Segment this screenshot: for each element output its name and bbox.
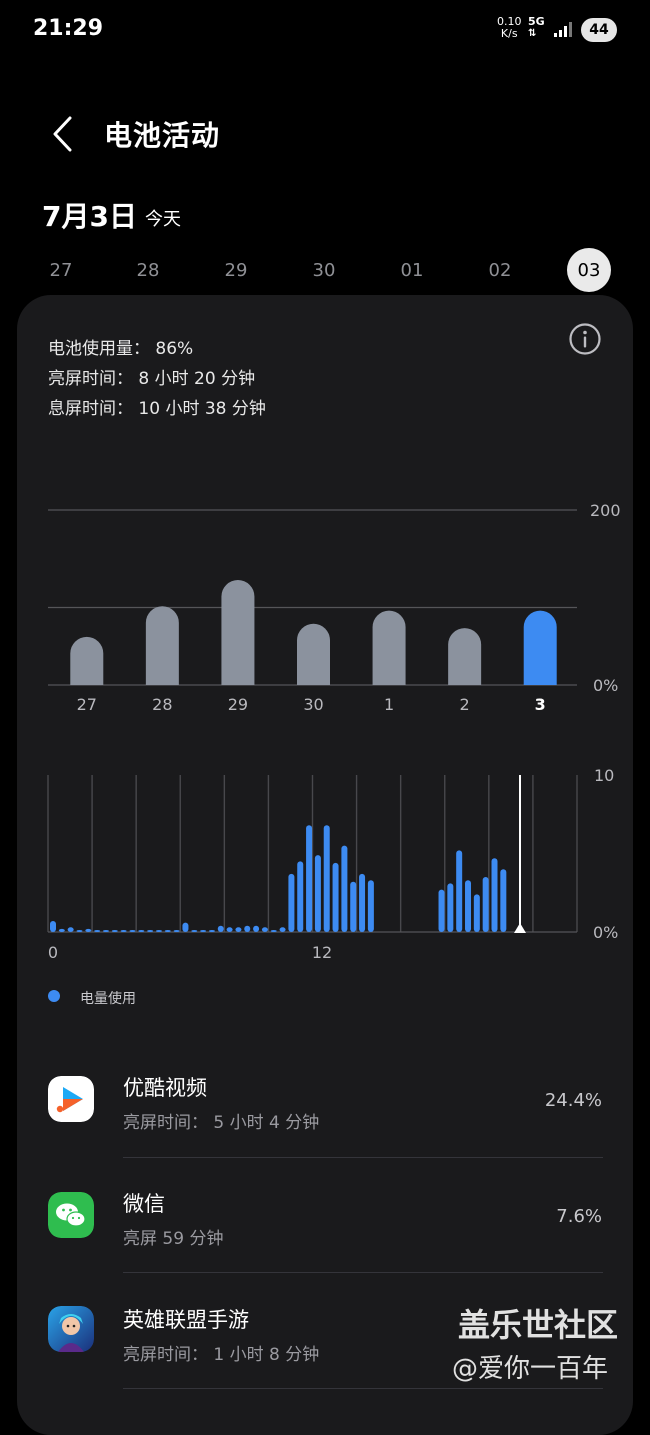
divider — [123, 1157, 603, 1158]
hourly-bar — [314, 855, 321, 932]
hourly-bar — [456, 850, 463, 932]
watermark-community: 盖乐世社区 — [458, 1306, 619, 1344]
y-tick-label: 0% — [593, 923, 618, 942]
hourly-bar — [465, 880, 472, 932]
hourly-bar — [138, 930, 145, 932]
app-name: 英雄联盟手游 — [123, 1308, 249, 1332]
x-tick-label: 0 — [48, 943, 58, 962]
daily-bar — [221, 580, 255, 685]
app-detail: 亮屏时间： 1 小时 8 分钟 — [123, 1345, 320, 1365]
hourly-bar — [85, 928, 92, 932]
x-tick-label: 2 — [460, 695, 470, 714]
hourly-bar — [500, 869, 507, 932]
hourly-bar — [244, 925, 251, 932]
hourly-bar — [261, 927, 268, 932]
x-tick-label: 30 — [303, 695, 323, 714]
divider — [123, 1272, 603, 1273]
hourly-bar — [182, 922, 189, 932]
hourly-bar — [217, 925, 224, 932]
hourly-bar — [200, 930, 207, 932]
hourly-bar — [332, 862, 339, 932]
x-tick-label: 12 — [312, 943, 332, 962]
y-tick-label: 10 — [594, 766, 614, 785]
hourly-bar — [76, 930, 83, 932]
hourly-bar — [341, 845, 348, 932]
hourly-bar — [350, 881, 357, 932]
hourly-bar — [473, 894, 480, 932]
x-tick-label: 29 — [228, 695, 248, 714]
hourly-bar — [58, 928, 65, 932]
legend-label: 电量使用 — [80, 991, 136, 1007]
app-percent: 7.6% — [556, 1206, 602, 1227]
daily-bar — [297, 623, 330, 685]
hourly-bar — [438, 889, 445, 932]
y-tick-label: 0% — [593, 676, 618, 695]
youku-icon — [48, 1076, 94, 1122]
hourly-bar — [491, 858, 498, 932]
y-tick-label: 200 — [590, 501, 621, 520]
hourly-bar — [208, 930, 215, 932]
hourly-bar — [50, 921, 56, 932]
x-tick-label: 27 — [77, 695, 97, 714]
current-time-marker — [514, 923, 526, 933]
daily-bar — [523, 610, 557, 685]
x-tick-label: 28 — [152, 695, 172, 714]
hourly-bar — [94, 930, 101, 932]
watermark-author: @爱你一百年 — [452, 1354, 609, 1384]
x-tick-label: 3 — [535, 695, 546, 714]
app-name: 优酷视频 — [123, 1076, 207, 1100]
hourly-bar — [253, 925, 260, 932]
hourly-bar — [288, 873, 295, 932]
lol-wild-rift-icon — [48, 1306, 94, 1352]
hourly-bar — [120, 930, 127, 932]
divider — [123, 1388, 603, 1389]
daily-bar — [145, 606, 179, 685]
hourly-bar — [367, 880, 374, 932]
hourly-bar — [279, 927, 286, 932]
hourly-bar — [359, 873, 366, 932]
hourly-bar — [270, 930, 277, 932]
daily-bar — [372, 610, 406, 685]
daily-bar — [448, 628, 482, 685]
hourly-bar — [102, 930, 109, 932]
hourly-bar — [447, 883, 454, 932]
hourly-bar — [306, 825, 313, 932]
hourly-bar — [164, 930, 171, 932]
hourly-bar — [323, 825, 330, 932]
hourly-bar — [111, 930, 118, 932]
app-detail: 亮屏时间： 5 小时 4 分钟 — [123, 1113, 320, 1133]
hourly-bar — [482, 877, 489, 932]
hourly-bar — [129, 930, 136, 932]
daily-bar — [70, 636, 104, 685]
hourly-bar — [297, 861, 304, 932]
legend-dot-battery — [48, 990, 60, 1002]
hourly-bar — [226, 927, 233, 932]
hourly-bar — [191, 930, 198, 932]
wechat-icon — [48, 1192, 94, 1238]
app-name: 微信 — [123, 1192, 165, 1216]
x-tick-label: 1 — [384, 695, 394, 714]
app-detail: 亮屏 59 分钟 — [123, 1229, 224, 1249]
hourly-bar — [173, 930, 180, 932]
hourly-bar — [155, 930, 162, 932]
hourly-bar — [67, 927, 74, 932]
app-percent: 24.4% — [544, 1090, 602, 1111]
hourly-bar — [235, 927, 242, 932]
hourly-bar — [147, 930, 154, 932]
